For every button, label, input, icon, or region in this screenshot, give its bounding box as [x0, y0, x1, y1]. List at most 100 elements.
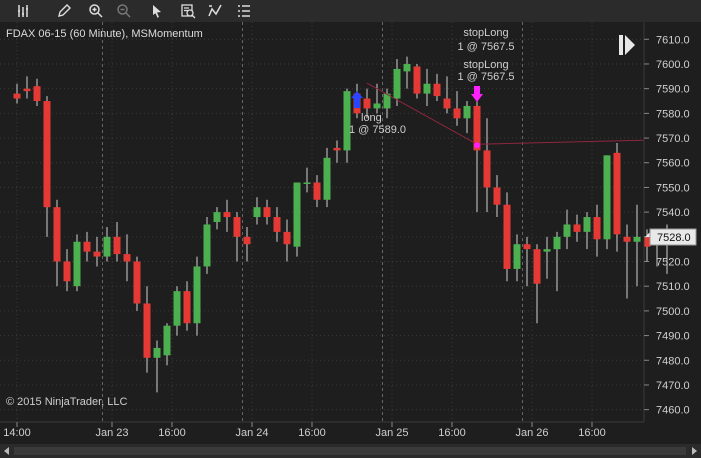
- y-tick-label: 7540.0: [656, 207, 690, 219]
- current-price-label: 7528.0: [657, 232, 691, 244]
- y-tick-label: 7510.0: [656, 281, 690, 293]
- candle-body: [433, 83, 441, 97]
- y-tick-label: 7610.0: [656, 34, 690, 46]
- candle-body: [323, 157, 331, 200]
- candle-body: [213, 212, 221, 222]
- y-tick-label: 7460.0: [656, 405, 690, 417]
- bar-chart-icon[interactable]: [14, 1, 34, 21]
- candle-body: [163, 325, 171, 356]
- x-tick-label: 16:00: [578, 427, 606, 439]
- y-tick-label: 7580.0: [656, 108, 690, 120]
- trade-label-stop-1: stopLong: [463, 27, 508, 39]
- candle-body: [223, 212, 231, 218]
- candle-body: [633, 236, 641, 242]
- candle-body: [73, 241, 81, 287]
- candle-body: [363, 98, 371, 109]
- x-tick-label: 16:00: [298, 427, 326, 439]
- copyright-label: © 2015 NinjaTrader, LLC: [6, 396, 127, 408]
- x-tick-label: 16:00: [438, 427, 466, 439]
- y-tick-label: 7480.0: [656, 355, 690, 367]
- candle-body: [193, 266, 201, 324]
- candle-body: [273, 217, 281, 232]
- candle-body: [333, 147, 341, 151]
- candle-body: [643, 236, 651, 247]
- x-tick-label: Jan 23: [95, 427, 128, 439]
- candle-body: [93, 251, 101, 257]
- candle-body: [173, 291, 181, 326]
- candle-body: [613, 152, 621, 235]
- zoom-in-icon[interactable]: [86, 1, 106, 21]
- candle-body: [503, 204, 511, 269]
- candle-body: [153, 347, 161, 358]
- candle-body: [593, 217, 601, 240]
- candle-body: [113, 236, 121, 255]
- candle-body: [133, 261, 141, 304]
- candle: [503, 192, 511, 282]
- candle-body: [553, 236, 561, 250]
- y-tick-label: 7520.0: [656, 257, 690, 269]
- candle-body: [563, 224, 571, 237]
- candle-body: [623, 236, 631, 242]
- candle-body: [253, 207, 261, 218]
- horizontal-scrollbar[interactable]: [0, 444, 701, 458]
- candle-body: [543, 249, 551, 252]
- candle-body: [243, 236, 251, 245]
- candle-body: [123, 254, 131, 262]
- y-tick-label: 7500.0: [656, 306, 690, 318]
- chart-toolbar: [0, 0, 701, 23]
- chart-title: FDAX 06-15 (60 Minute), MSMomentum: [6, 28, 203, 40]
- trade-label-stop-2: stopLong: [463, 59, 508, 71]
- candle: [603, 155, 611, 250]
- candle-body: [343, 91, 351, 151]
- scroll-thumb[interactable]: [14, 447, 686, 455]
- candle-body: [83, 241, 91, 252]
- trade-label-stop-1-qty: 1 @ 7567.5: [457, 41, 514, 53]
- candle-body: [203, 224, 211, 267]
- candle: [293, 182, 301, 257]
- candle-body: [443, 98, 451, 109]
- y-tick-label: 7560.0: [656, 158, 690, 170]
- x-tick-label: Jan 24: [235, 427, 268, 439]
- price-chart[interactable]: long1 @ 7589.0stopLong1 @ 7567.5stopLong…: [0, 22, 701, 444]
- exit-fill-marker: [474, 142, 480, 149]
- candle-body: [283, 231, 291, 245]
- current-price-marker: 7528.0: [645, 228, 697, 246]
- zoom-out-icon[interactable]: [114, 1, 134, 21]
- candle-body: [293, 182, 301, 247]
- y-tick-label: 7600.0: [656, 59, 690, 71]
- candle-body: [303, 182, 311, 184]
- candle-body: [233, 217, 241, 237]
- candle-body: [573, 224, 581, 232]
- candle-body: [493, 187, 501, 205]
- data-box-icon[interactable]: [178, 1, 198, 21]
- candle-body: [23, 88, 31, 92]
- candle: [413, 63, 421, 99]
- indicator-icon[interactable]: [205, 1, 225, 21]
- x-tick-label: Jan 26: [515, 427, 548, 439]
- trade-label-long: long: [361, 112, 382, 124]
- candle-body: [33, 86, 41, 102]
- scroll-right-icon[interactable]: [689, 446, 699, 456]
- x-tick-label: 16:00: [158, 427, 186, 439]
- x-tick-label: Jan 25: [375, 427, 408, 439]
- candle-body: [43, 101, 51, 208]
- candle-body: [313, 182, 321, 200]
- pointer-icon[interactable]: [147, 1, 167, 21]
- trade-label-long-qty: 1 @ 7589.0: [349, 124, 406, 136]
- pencil-icon[interactable]: [54, 1, 74, 21]
- candle-body: [583, 217, 591, 232]
- candle-body: [423, 83, 431, 94]
- candle-body: [413, 66, 421, 94]
- list-icon[interactable]: [234, 1, 254, 21]
- scroll-left-icon[interactable]: [2, 446, 12, 456]
- candle-body: [373, 103, 381, 109]
- candle: [203, 217, 211, 274]
- x-tick-label: 14:00: [3, 427, 31, 439]
- trade-label-stop-2-qty: 1 @ 7567.5: [457, 71, 514, 83]
- candle-body: [393, 68, 401, 99]
- y-tick-label: 7590.0: [656, 84, 690, 96]
- candle-body: [183, 291, 191, 324]
- candle-body: [463, 105, 471, 119]
- candle-body: [603, 155, 611, 240]
- candle-body: [483, 150, 491, 188]
